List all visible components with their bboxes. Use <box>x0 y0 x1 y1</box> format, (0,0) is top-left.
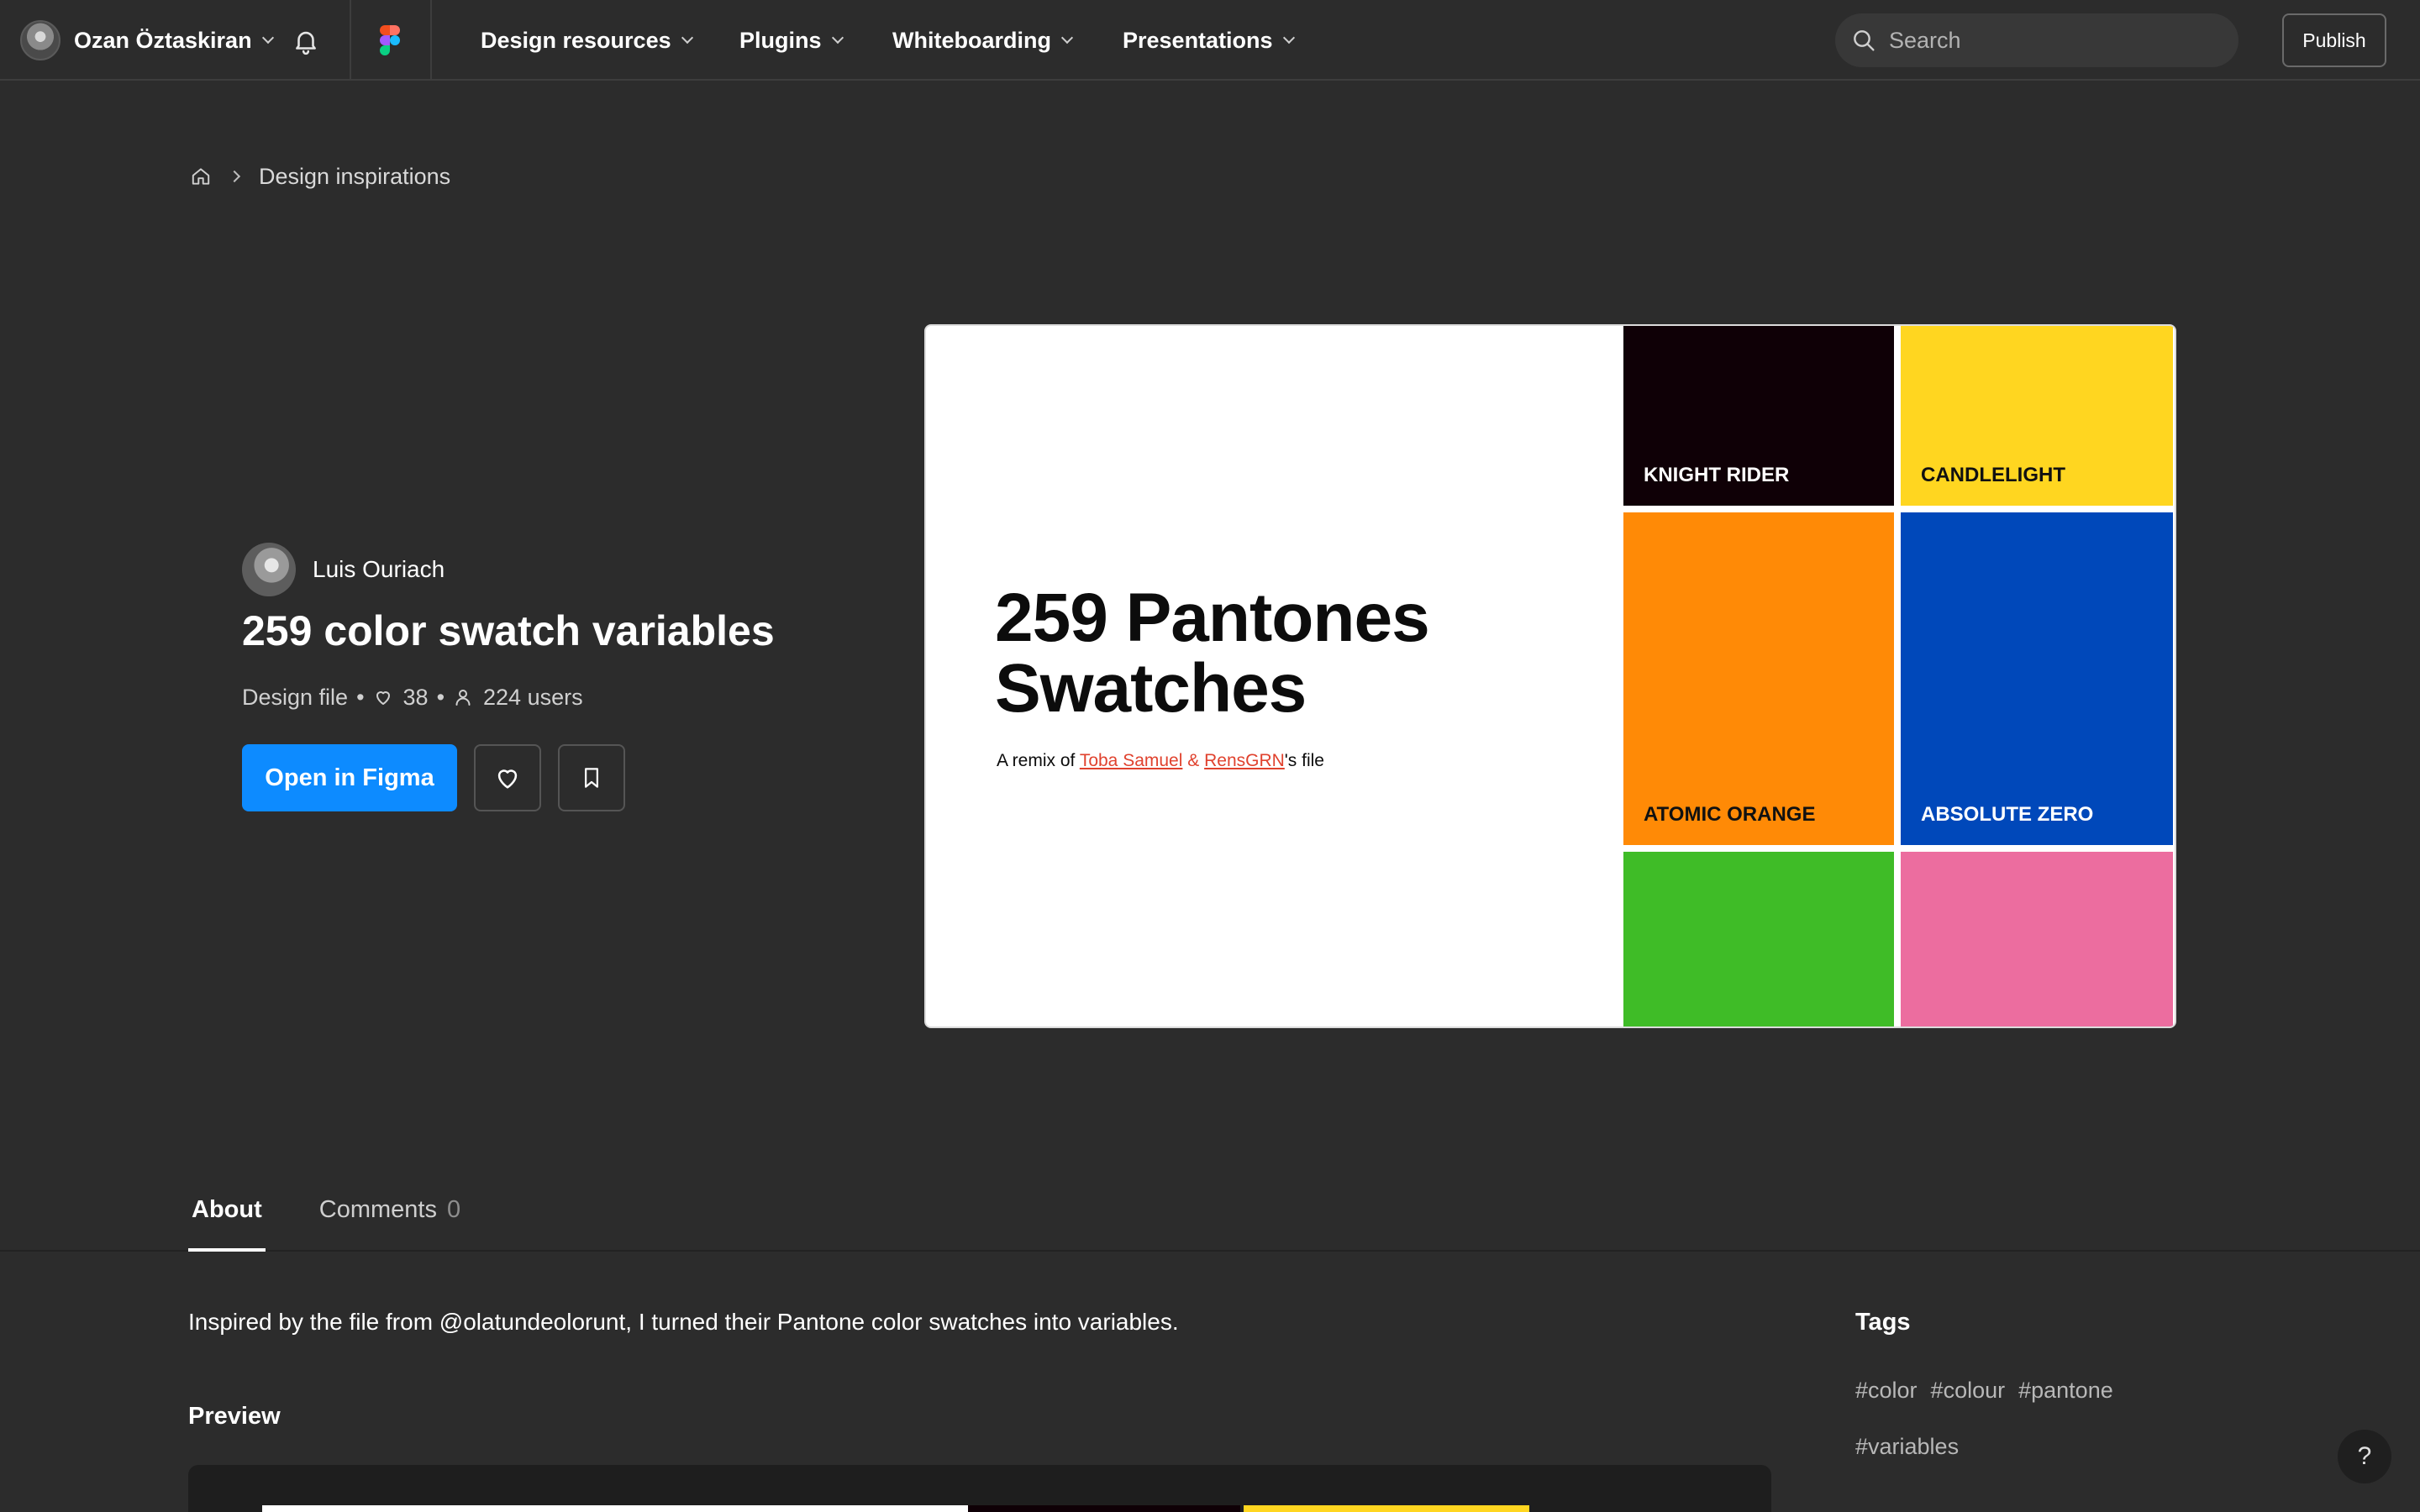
user-name: Ozan Öztaskiran <box>74 27 252 53</box>
breadcrumb-design-inspirations[interactable]: Design inspirations <box>259 164 450 190</box>
author[interactable]: Luis Ouriach <box>242 543 445 596</box>
breadcrumb: Design inspirations <box>190 160 450 193</box>
tab-comments[interactable]: Comments 0 <box>316 1189 464 1252</box>
tag-link[interactable]: #color <box>1855 1378 1918 1404</box>
file-meta: Design file • 38 • 224 users <box>242 680 583 714</box>
user-menu[interactable]: Ozan Öztaskiran <box>20 20 274 60</box>
author-name: Luis Ouriach <box>313 556 445 582</box>
remix-author-link[interactable]: Toba Samuel <box>1080 751 1183 770</box>
chevron-down-icon <box>831 31 844 45</box>
thumbnail-title-line: Swatches <box>995 650 1307 727</box>
like-count: 38 <box>402 684 429 710</box>
tab-label: Comments <box>318 1196 437 1223</box>
tag-link[interactable]: #colour <box>1931 1378 2006 1404</box>
chevron-right-icon <box>228 170 241 183</box>
swatch-absolute-zero: ABSOLUTE ZERO <box>1901 512 2173 845</box>
menu-label: Design resources <box>481 27 671 53</box>
author-avatar <box>242 543 296 596</box>
swatch-pink <box>1901 852 2173 1026</box>
swatch-label: KNIGHT RIDER <box>1644 464 1790 486</box>
swatch-atomic-orange: ATOMIC ORANGE <box>1623 512 1894 845</box>
remix-suffix: 's file <box>1284 751 1324 770</box>
remix-author-link[interactable]: RensGRN <box>1204 751 1285 770</box>
bookmark-button[interactable] <box>558 744 625 811</box>
file-type: Design file <box>242 684 349 710</box>
menu-label: Whiteboarding <box>892 27 1051 53</box>
thumbnail-title: 259 Pantones Swatches <box>995 580 1430 727</box>
tag-link[interactable]: #pantone <box>2018 1378 2113 1404</box>
chevron-down-icon <box>1282 31 1295 45</box>
home-icon[interactable] <box>190 165 212 187</box>
nav-divider <box>430 0 432 81</box>
thumbnail-title-line: 259 Pantones <box>995 580 1430 656</box>
search-input[interactable] <box>1889 27 2208 54</box>
page-title: 259 color swatch variables <box>242 607 775 654</box>
preview-panel <box>262 1505 968 1512</box>
user-icon <box>455 690 471 706</box>
menu-presentations[interactable]: Presentations <box>1123 20 1295 60</box>
bookmark-icon <box>585 768 598 788</box>
preview-heading: Preview <box>188 1403 281 1430</box>
menu-plugins[interactable]: Plugins <box>739 20 844 60</box>
menu-label: Plugins <box>739 27 822 53</box>
preview-swatch <box>1244 1505 1529 1512</box>
user-count: 224 users <box>483 684 583 710</box>
search-bar[interactable] <box>1835 13 2238 67</box>
file-thumbnail[interactable]: 259 Pantones Swatches A remix of Toba Sa… <box>924 324 2176 1028</box>
chevron-down-icon <box>261 31 274 45</box>
chevron-down-icon <box>681 31 693 45</box>
nav-divider <box>350 0 351 81</box>
thumbnail-remix-credit: A remix of Toba Samuel & RensGRN's file <box>997 751 1324 771</box>
publish-button[interactable]: Publish <box>2282 13 2386 67</box>
bell-icon[interactable] <box>292 27 320 55</box>
open-in-figma-button[interactable]: Open in Figma <box>242 744 457 811</box>
remix-ampersand: & <box>1182 751 1205 770</box>
swatch-label: ABSOLUTE ZERO <box>1921 803 2094 826</box>
menu-whiteboarding[interactable]: Whiteboarding <box>892 20 1074 60</box>
swatch-knight-rider: KNIGHT RIDER <box>1623 326 1894 506</box>
help-button[interactable]: ? <box>2338 1430 2391 1483</box>
preview-swatch <box>968 1505 1240 1512</box>
separator-dot: • <box>356 684 365 710</box>
user-avatar <box>20 20 60 60</box>
file-description: Inspired by the file from @olatundeoloru… <box>188 1309 1179 1335</box>
heart-icon <box>497 769 518 789</box>
swatch-label: ATOMIC ORANGE <box>1644 803 1816 826</box>
swatch-candlelight: CANDLELIGHT <box>1901 326 2173 506</box>
separator-dot: • <box>436 684 445 710</box>
tab-label: About <box>192 1196 262 1223</box>
heart-icon <box>376 691 390 705</box>
like-button[interactable] <box>474 744 541 811</box>
swatch-label: CANDLELIGHT <box>1921 464 2065 486</box>
remix-prefix: A remix of <box>997 751 1080 770</box>
tag-list: #color #colour #pantone #variables <box>1855 1378 2191 1460</box>
menu-design-resources[interactable]: Design resources <box>481 20 693 60</box>
comments-count: 0 <box>446 1196 461 1223</box>
menu-label: Presentations <box>1123 27 1273 53</box>
tabs: About Comments 0 <box>188 1189 464 1252</box>
chevron-down-icon <box>1060 31 1074 45</box>
tags-heading: Tags <box>1855 1309 1911 1336</box>
preview-image[interactable] <box>188 1465 1771 1512</box>
tab-about[interactable]: About <box>188 1189 266 1252</box>
search-icon <box>1854 30 1875 51</box>
tag-link[interactable]: #variables <box>1855 1434 2191 1460</box>
top-navigation: Ozan Öztaskiran Design resources Plugins… <box>0 0 2420 81</box>
swatch-green <box>1623 852 1894 1026</box>
figma-logo-icon[interactable] <box>380 25 400 55</box>
